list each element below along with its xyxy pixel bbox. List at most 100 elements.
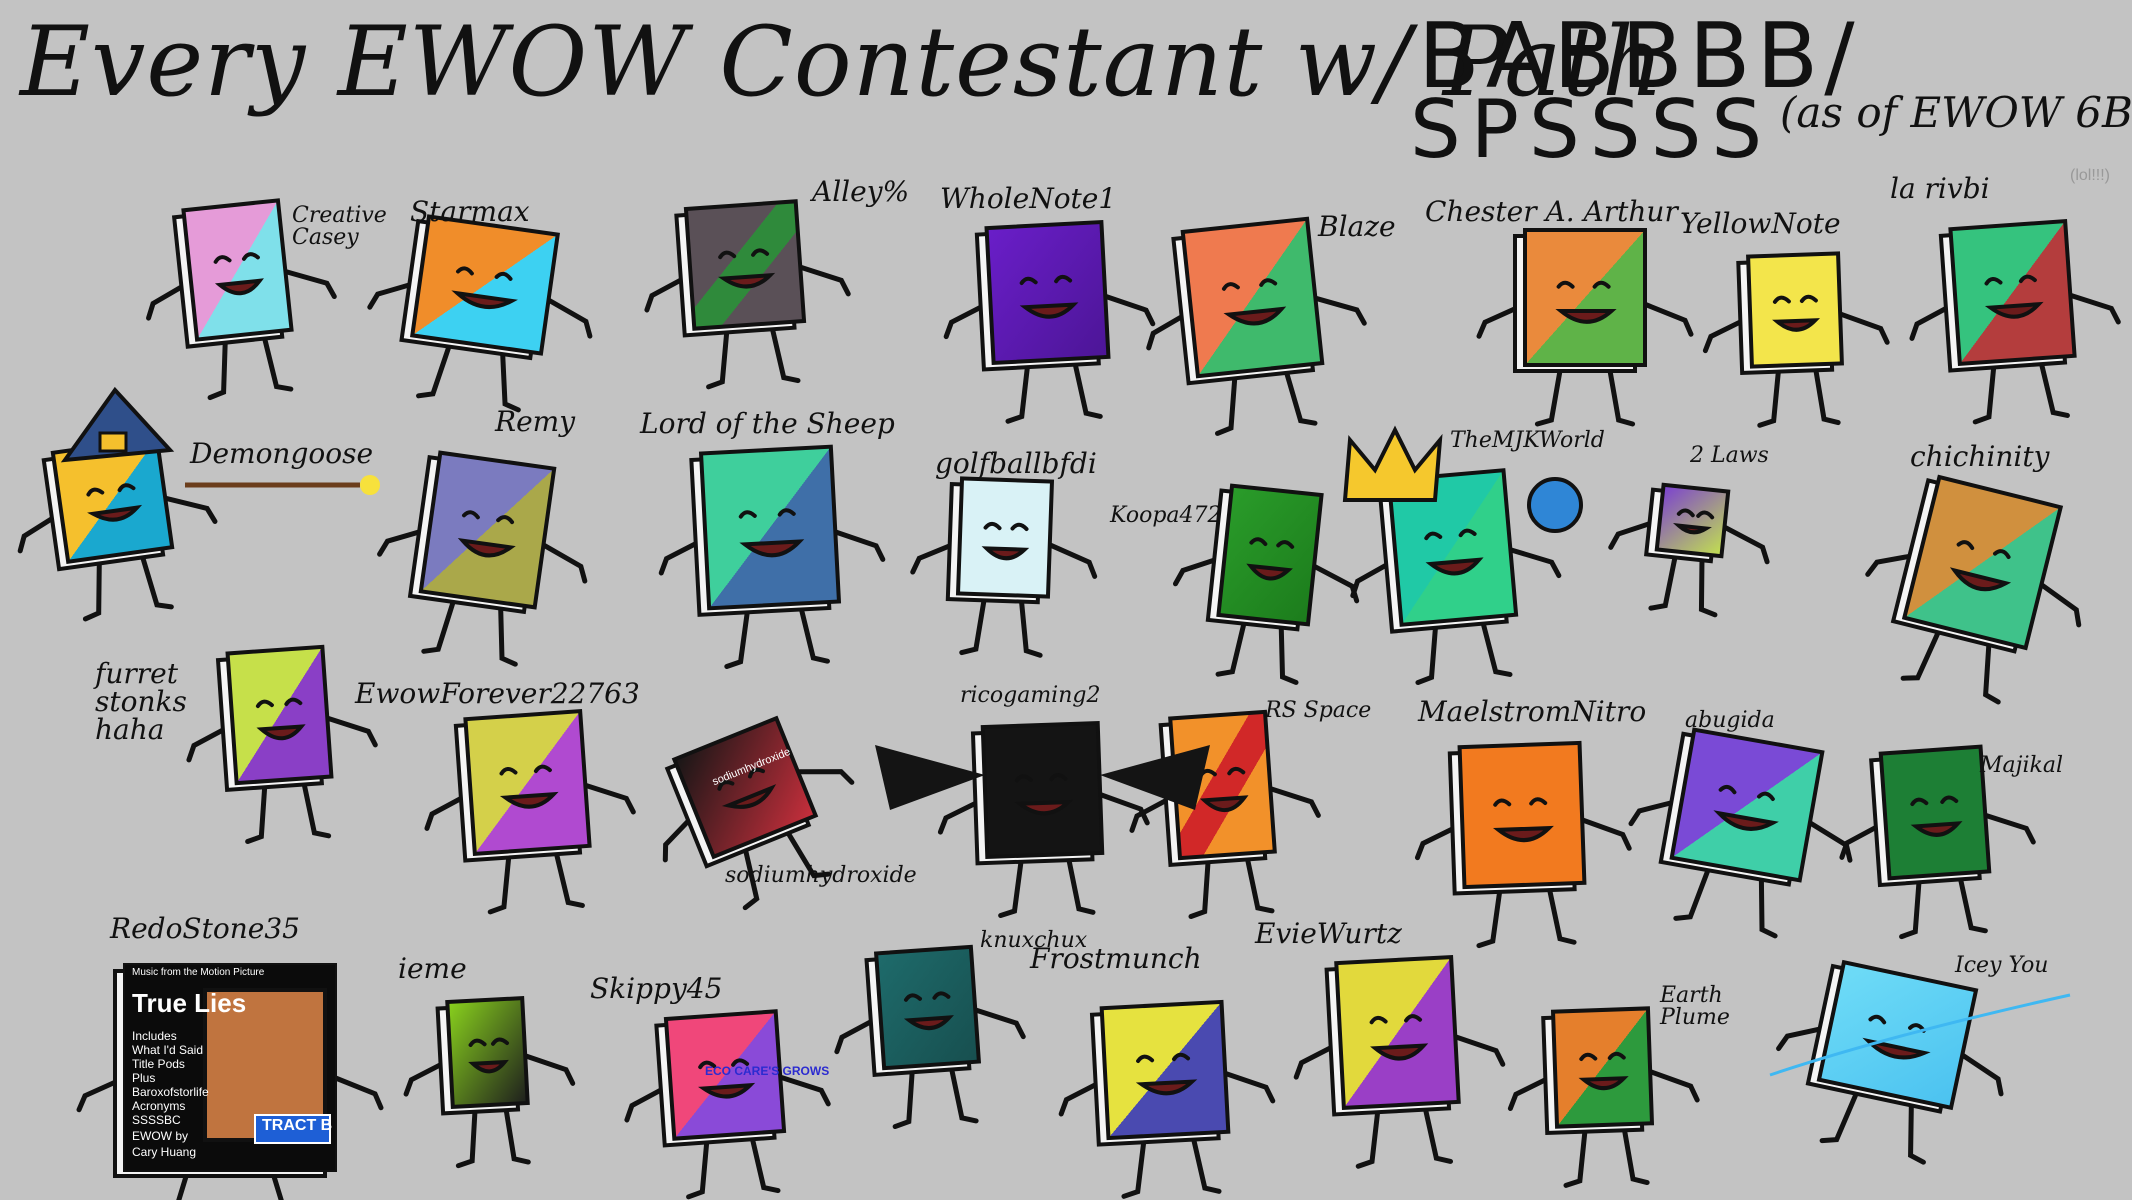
wholenote1-cover	[984, 219, 1111, 366]
cover-body-line: What I'd Said	[132, 1043, 203, 1057]
label-earth-plume: Earth Plume	[1660, 983, 1730, 1030]
contestant-earth-plume	[1507, 1006, 1700, 1188]
creative-casey-cover	[181, 198, 294, 342]
contestant-alley	[644, 199, 851, 390]
cover-title: True Lies	[132, 988, 247, 1018]
label-la-rivbi: la rivbi	[1890, 172, 1990, 205]
contestant-sheet	[17, 198, 2121, 1200]
contestant-chester	[1476, 228, 1694, 427]
label-starmax: Starmax	[410, 195, 530, 228]
label-alley: Alley%	[812, 175, 910, 208]
contestant-chichinity	[1865, 474, 2082, 705]
cover-body-line: Acronyms	[132, 1099, 186, 1113]
cover-line1: Music from the Motion Picture	[132, 967, 265, 978]
label-maelstrom: MaelstromNitro	[1418, 695, 1647, 728]
ieme-cover	[445, 996, 530, 1109]
label-icey-you: Icey You	[1955, 953, 2049, 978]
label-chester: Chester A. Arthur	[1425, 195, 1678, 228]
label-blaze: Blaze	[1318, 210, 1396, 243]
tract-badge: TRACT B	[262, 1117, 333, 1134]
contestant-ewowforever	[424, 709, 636, 915]
label-frostmunch: Frostmunch	[1030, 942, 1202, 975]
contestant-starmax	[367, 214, 593, 413]
crown-icon	[1342, 425, 1443, 502]
contestant-2laws	[1608, 482, 1770, 618]
contestant-ricogaming2	[937, 720, 1150, 919]
majikal-cover	[1878, 744, 1992, 881]
knuxchux-cover	[873, 944, 982, 1071]
contestant-frostmunch	[1058, 999, 1276, 1199]
alley-cover	[683, 199, 807, 331]
label-chichinity: chichinity	[1910, 440, 2050, 473]
label-remy: Remy	[495, 405, 576, 438]
title-note: (as of EWOW 6B)	[1780, 88, 2132, 137]
yellownote-cover	[1746, 251, 1844, 369]
contestant-maelstrom	[1414, 740, 1632, 949]
la-rivbi-cover	[1948, 219, 2077, 366]
label-2laws: 2 Laws	[1690, 443, 1769, 468]
contestant-ieme	[403, 996, 576, 1169]
skippy-cover-text: ECO CARE'S GROWS	[705, 1064, 830, 1078]
contestant-yellownote	[1702, 251, 1890, 428]
label-ricogaming2: ricogaming2	[960, 683, 1101, 708]
globe-icon	[1527, 477, 1583, 533]
lol-note: (lol!!!)	[2070, 167, 2110, 184]
contestant-abugida	[1628, 727, 1853, 939]
label-skippy45: Skippy45	[590, 972, 723, 1005]
label-yellownote: YellowNote	[1680, 207, 1841, 240]
label-golfball: golfballbfdi	[935, 447, 1097, 480]
label-majikal: Majikal	[1980, 753, 2063, 778]
remy-cover	[418, 450, 557, 610]
magic-wand-icon	[185, 475, 380, 495]
starmax-cover	[410, 214, 560, 356]
koopa472-cover	[1216, 483, 1324, 627]
cover-body-line: SSSSBC	[132, 1113, 181, 1127]
cover-footer-line: Cary Huang	[132, 1145, 197, 1159]
2laws-cover	[1654, 482, 1731, 559]
contestant-golfball	[910, 476, 1098, 658]
label-themjk: TheMJKWorld	[1450, 428, 1605, 453]
contestant-wholenote1	[943, 219, 1156, 424]
blaze-cover	[1180, 216, 1325, 379]
label-lord-sheep: Lord of the Sheep	[640, 407, 895, 440]
cover-body-line: Title Pods	[132, 1057, 185, 1071]
label-ewowforever: EwowForever22763	[355, 677, 640, 710]
label-creative-casey: Creative Casey	[292, 203, 387, 250]
label-koopa472: Koopa472	[1110, 503, 1222, 528]
cover-body-line: Baroxofstorlife	[132, 1085, 209, 1099]
label-sodiumhydroxide: sodiumhydroxide	[725, 863, 917, 888]
label-redostone: RedoStone35	[110, 912, 300, 945]
icey-you-cover	[1816, 959, 1979, 1111]
label-furret: furret stonks haha	[95, 657, 187, 746]
contestant-furret	[186, 644, 378, 845]
earth-plume-cover	[1550, 1006, 1655, 1129]
furret-cover	[225, 644, 334, 786]
abugida-cover	[1669, 727, 1825, 883]
contestant-eviewurtz	[1293, 954, 1506, 1169]
maelstrom-cover	[1457, 740, 1587, 890]
contestant-sodiumhydroxide	[662, 715, 855, 911]
cover-body-line: Plus	[132, 1071, 156, 1085]
ewowforever-cover	[463, 709, 592, 856]
wizard-hat-icon	[60, 386, 175, 463]
contestant-la-rivbi	[1909, 219, 2121, 425]
contestant-lord-sheep	[658, 444, 886, 669]
label-wholenote1: WholeNote1	[940, 182, 1117, 215]
chester-cover	[1523, 228, 1647, 367]
path-bottom: SPSSSS	[1410, 83, 1773, 176]
lord-sheep-cover	[698, 444, 842, 611]
eviewurtz-cover	[1334, 954, 1461, 1111]
label-ieme: ieme	[398, 952, 467, 985]
contestant-blaze	[1146, 216, 1367, 436]
label-abugida: abugida	[1685, 708, 1775, 733]
golfball-cover	[955, 476, 1055, 599]
label-eviewurtz: EvieWurtz	[1255, 917, 1402, 950]
contestant-knuxchux	[834, 944, 1026, 1130]
contestant-rs-space	[1129, 709, 1321, 920]
contestant-skippy45	[624, 1009, 831, 1200]
contestant-remy	[377, 450, 588, 667]
label-demongoose: Demongoose	[190, 437, 374, 470]
frostmunch-cover	[1099, 999, 1231, 1141]
cover-body-line: Includes	[132, 1029, 177, 1043]
cover-footer-line: EWOW by	[132, 1129, 188, 1143]
